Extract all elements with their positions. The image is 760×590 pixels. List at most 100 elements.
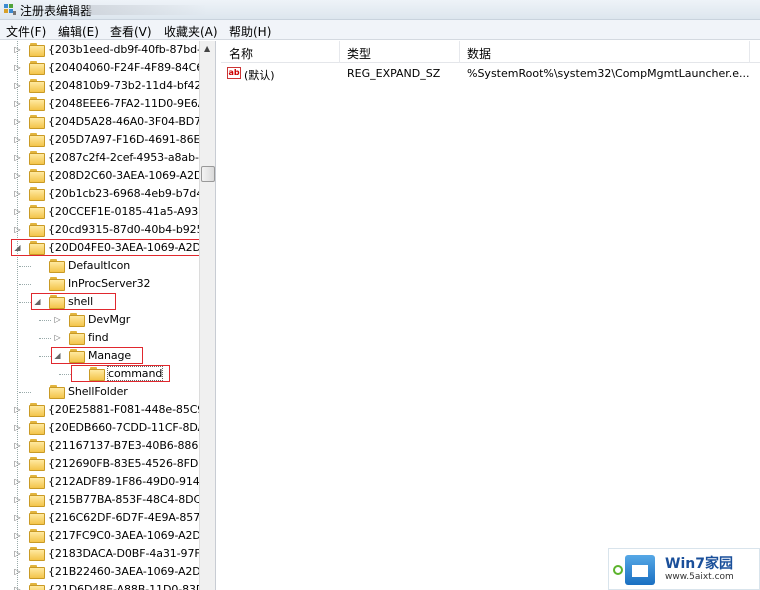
expand-arrow-icon[interactable]: ▷ bbox=[13, 99, 22, 108]
swirl-icon bbox=[613, 565, 623, 575]
tree-branch-line bbox=[39, 338, 51, 339]
tree-node[interactable]: ◢ shell bbox=[0, 293, 199, 311]
tree-node[interactable]: ▷ {20E25881-F081-448e-85C9- bbox=[0, 401, 208, 419]
menu-item[interactable]: 帮助(H) bbox=[229, 23, 271, 40]
tree-node[interactable]: command bbox=[0, 365, 199, 383]
tree-node-label: {204810b9-73b2-11d4-bf42-0 bbox=[48, 79, 213, 92]
menu-item[interactable]: 文件(F) bbox=[6, 23, 46, 40]
tree-node-label: DefaultIcon bbox=[68, 259, 131, 272]
tree-node[interactable]: ▷ {2183DACA-D0BF-4a31-97F7 bbox=[0, 545, 208, 563]
folder-icon bbox=[29, 133, 45, 147]
tree-node[interactable]: ▷ {20EDB660-7CDD-11CF-8DA bbox=[0, 419, 205, 437]
expand-arrow-icon[interactable]: ▷ bbox=[53, 315, 62, 324]
expand-arrow-icon[interactable]: ▷ bbox=[13, 225, 22, 234]
expand-arrow-icon[interactable]: ▷ bbox=[13, 459, 22, 468]
expand-arrow-icon[interactable]: ▷ bbox=[13, 189, 22, 198]
folder-icon bbox=[49, 277, 65, 291]
expand-arrow-icon[interactable]: ▷ bbox=[13, 135, 22, 144]
highlight-box bbox=[31, 293, 116, 310]
tree-node-label: {2048EEE6-7FA2-11D0-9E6A- bbox=[48, 97, 209, 110]
menu-item[interactable]: 编辑(E) bbox=[58, 23, 99, 40]
tree-node-label: {204D5A28-46A0-3F04-BD7C bbox=[48, 115, 209, 128]
tree-node[interactable]: ▷ {21167137-B7E3-40B6-8863- bbox=[0, 437, 209, 455]
tree-node[interactable]: ▷ {203b1eed-db9f-40fb-87bd- bbox=[0, 41, 201, 59]
tree-node[interactable]: ▷ {20b1cb23-6968-4eb9-b7d4- bbox=[0, 185, 207, 203]
expand-arrow-icon[interactable]: ▷ bbox=[13, 45, 22, 54]
tree-node-label: {2087c2f4-2cef-4953-a8ab-6 bbox=[48, 151, 206, 164]
tree-node-label: {205D7A97-F16D-4691-86EF- bbox=[48, 133, 211, 146]
expand-arrow-icon[interactable]: ▷ bbox=[13, 207, 22, 216]
expand-arrow-icon[interactable]: ▷ bbox=[13, 63, 22, 72]
tree-node[interactable]: ▷ {204D5A28-46A0-3F04-BD7C bbox=[0, 113, 209, 131]
tree-node[interactable]: ◢ {20D04FE0-3AEA-1069-A2D8 bbox=[0, 239, 215, 257]
expand-arrow-icon[interactable]: ▷ bbox=[13, 81, 22, 90]
column-divider[interactable] bbox=[339, 41, 340, 63]
expand-arrow-icon[interactable]: ▷ bbox=[13, 513, 22, 522]
tree-node[interactable]: ▷ {217FC9C0-3AEA-1069-A2DE bbox=[0, 527, 208, 545]
tree-node-label: {212ADF89-1F86-49D0-914A bbox=[48, 475, 208, 488]
tree-node-label: {20E25881-F081-448e-85C9- bbox=[48, 403, 209, 416]
tree-node[interactable]: ▷ {20404060-F24F-4F89-84C6-8 bbox=[0, 59, 214, 77]
folder-icon bbox=[69, 331, 85, 345]
expand-arrow-icon[interactable]: ▷ bbox=[13, 117, 22, 126]
tree-node[interactable]: ▷ find bbox=[0, 329, 199, 347]
expand-arrow-icon[interactable]: ▷ bbox=[53, 333, 62, 342]
tree-branch-line bbox=[19, 392, 31, 393]
tree-scrollbar[interactable]: ▲ bbox=[199, 41, 215, 590]
tree-node[interactable]: ▷ {2048EEE6-7FA2-11D0-9E6A- bbox=[0, 95, 209, 113]
scroll-up-icon[interactable]: ▲ bbox=[204, 44, 210, 53]
tree-node[interactable]: ◢ Manage bbox=[0, 347, 199, 365]
expand-arrow-icon[interactable]: ▷ bbox=[13, 441, 22, 450]
menu-item[interactable]: 收藏夹(A) bbox=[164, 23, 218, 40]
expand-arrow-icon[interactable]: ▷ bbox=[13, 549, 22, 558]
folder-icon bbox=[29, 529, 45, 543]
tree-node-label: {217FC9C0-3AEA-1069-A2DE bbox=[48, 529, 208, 542]
tree-node[interactable]: DefaultIcon bbox=[0, 257, 199, 275]
tree-node-label: {21167137-B7E3-40B6-8863- bbox=[48, 439, 210, 452]
folder-icon bbox=[29, 493, 45, 507]
folder-icon bbox=[29, 403, 45, 417]
title-blur bbox=[88, 5, 208, 15]
folder-icon bbox=[29, 97, 45, 111]
tree-node[interactable]: InProcServer32 bbox=[0, 275, 199, 293]
expand-arrow-icon[interactable]: ▷ bbox=[13, 405, 22, 414]
tree-node-label: {216C62DF-6D7F-4E9A-8571 bbox=[48, 511, 207, 524]
tree-node[interactable]: ▷ DevMgr bbox=[0, 311, 199, 329]
expand-arrow-icon[interactable]: ▷ bbox=[13, 567, 22, 576]
menu-item[interactable]: 查看(V) bbox=[110, 23, 152, 40]
expand-arrow-icon[interactable]: ▷ bbox=[13, 531, 22, 540]
tree-branch-line bbox=[19, 302, 31, 303]
highlight-box bbox=[71, 365, 170, 382]
tree-node[interactable]: ▷ {2087c2f4-2cef-4953-a8ab-6 bbox=[0, 149, 206, 167]
tree-node[interactable]: ▷ {21B22460-3AEA-1069-A2DC bbox=[0, 563, 208, 581]
column-header: 名称 类型 数据 bbox=[221, 41, 760, 63]
tree-node[interactable]: ▷ {21D6D48E-A88B-11D0-83DD bbox=[0, 581, 213, 590]
column-divider[interactable] bbox=[749, 41, 750, 63]
tree-node[interactable]: ▷ {20cd9315-87d0-40b4-b925- bbox=[0, 221, 207, 239]
scroll-thumb[interactable] bbox=[201, 166, 215, 182]
expand-arrow-icon[interactable]: ▷ bbox=[13, 477, 22, 486]
tree-node[interactable]: ▷ {215B77BA-853F-48C4-8DC4 bbox=[0, 491, 208, 509]
column-data[interactable]: 数据 bbox=[467, 45, 491, 62]
tree-node[interactable]: ▷ {208D2C60-3AEA-1069-A2D7 bbox=[0, 167, 209, 185]
folder-icon bbox=[29, 169, 45, 183]
tree-node[interactable]: ▷ {205D7A97-F16D-4691-86EF- bbox=[0, 131, 211, 149]
column-type[interactable]: 类型 bbox=[347, 45, 371, 62]
tree-node-label: {20cd9315-87d0-40b4-b925- bbox=[48, 223, 208, 236]
expand-arrow-icon[interactable]: ▷ bbox=[13, 153, 22, 162]
expand-arrow-icon[interactable]: ▷ bbox=[13, 171, 22, 180]
tree-node[interactable]: ▷ {20CCEF1E-0185-41a5-A933- bbox=[0, 203, 209, 221]
tree-node[interactable]: ▷ {204810b9-73b2-11d4-bf42-0 bbox=[0, 77, 212, 95]
house-icon bbox=[625, 555, 655, 585]
column-divider[interactable] bbox=[459, 41, 460, 63]
expand-arrow-icon[interactable]: ▷ bbox=[13, 585, 22, 590]
expand-arrow-icon[interactable]: ▷ bbox=[13, 495, 22, 504]
value-row[interactable]: ab (默认) REG_EXPAND_SZ %SystemRoot%\syste… bbox=[221, 65, 760, 83]
tree-node[interactable]: ▷ {212ADF89-1F86-49D0-914A bbox=[0, 473, 207, 491]
expand-arrow-icon[interactable]: ▷ bbox=[13, 423, 22, 432]
tree-node[interactable]: ▷ {216C62DF-6D7F-4E9A-8571 bbox=[0, 509, 207, 527]
column-name[interactable]: 名称 bbox=[229, 45, 253, 62]
tree-node[interactable]: ShellFolder bbox=[0, 383, 199, 401]
folder-icon bbox=[29, 421, 45, 435]
tree-node[interactable]: ▷ {212690FB-83E5-4526-8FD7- bbox=[0, 455, 209, 473]
